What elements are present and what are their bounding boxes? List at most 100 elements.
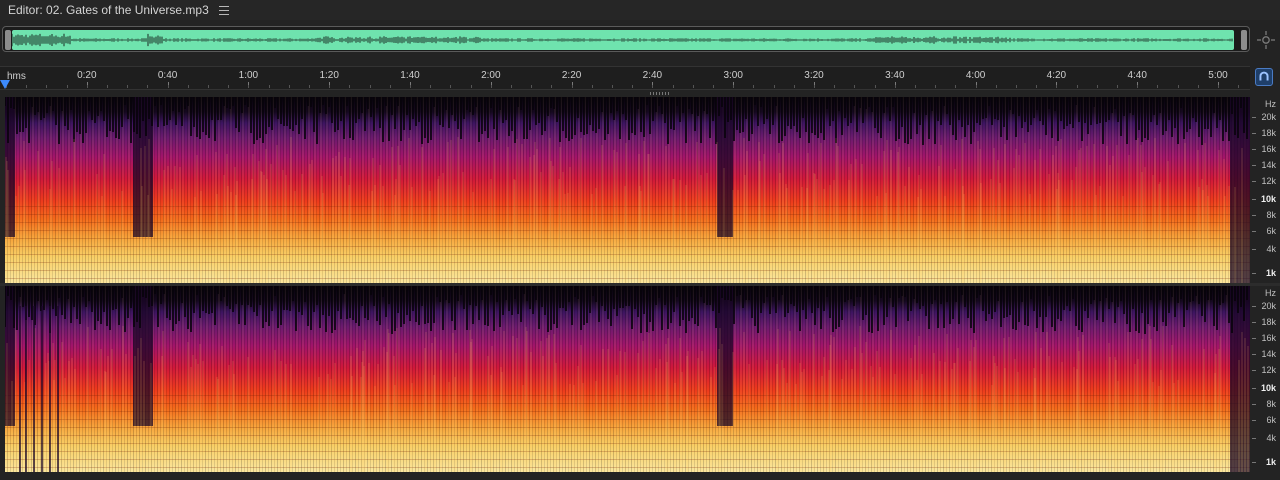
frequency-label: 1k bbox=[1265, 457, 1276, 467]
ruler-tick-label: 0:40 bbox=[157, 70, 178, 81]
ruler-minor-tick bbox=[511, 85, 512, 88]
frequency-scale-right[interactable]: Hz 20k 18k 16k 14k 12k 10k 8k 6k 4k 1k bbox=[1252, 286, 1280, 472]
ruler-minor-tick bbox=[1036, 85, 1038, 88]
frequency-label: 8k bbox=[1266, 210, 1276, 220]
overview-left-handle[interactable] bbox=[5, 30, 11, 50]
spectrogram-left-overlay bbox=[5, 97, 1250, 283]
ruler-minor-tick bbox=[369, 85, 371, 88]
ruler-minor-tick bbox=[1096, 85, 1098, 88]
frequency-tick bbox=[1252, 438, 1256, 439]
frequency-tick bbox=[1252, 420, 1256, 421]
overview-navigator[interactable] bbox=[0, 24, 1280, 56]
ruler-tick-label: 3:20 bbox=[804, 70, 824, 81]
ruler-minor-tick bbox=[1218, 85, 1219, 88]
ruler-minor-tick bbox=[672, 85, 674, 88]
frequency-label: 14k bbox=[1261, 349, 1276, 359]
spectrogram-right-overlay bbox=[5, 286, 1250, 472]
ruler-minor-tick bbox=[753, 85, 755, 88]
frequency-tick bbox=[1252, 404, 1256, 405]
spectrogram-right bbox=[5, 286, 1250, 472]
ruler-minor-tick bbox=[834, 85, 836, 88]
ruler-minor-tick bbox=[1177, 85, 1179, 88]
frequency-label: 4k bbox=[1266, 433, 1276, 443]
ruler-minor-tick bbox=[288, 85, 290, 88]
frequency-label: 14k bbox=[1261, 160, 1276, 170]
frequency-label: 16k bbox=[1261, 144, 1276, 154]
zoom-navigator-icon[interactable] bbox=[1256, 30, 1276, 50]
frequency-tick bbox=[1252, 181, 1256, 182]
ruler-minor-tick bbox=[127, 85, 129, 88]
frequency-tick bbox=[1252, 117, 1256, 118]
ruler-minor-tick bbox=[26, 85, 28, 88]
frequency-tick bbox=[1252, 388, 1256, 389]
ruler-minor-tick bbox=[571, 85, 573, 88]
panel-title: Editor: 02. Gates of the Universe.mp3 bbox=[8, 3, 209, 17]
frequency-unit-label: Hz bbox=[1265, 288, 1276, 298]
ruler-minor-tick bbox=[793, 85, 795, 88]
ruler-tick-label: 4:40 bbox=[1127, 70, 1147, 81]
ruler-minor-tick bbox=[389, 85, 391, 88]
hamburger-menu-icon[interactable] bbox=[218, 5, 229, 15]
spectral-display-left-channel[interactable] bbox=[5, 97, 1250, 283]
ruler-minor-tick bbox=[551, 85, 553, 88]
ruler-minor-tick bbox=[652, 85, 654, 88]
ruler-minor-tick bbox=[531, 85, 533, 88]
ruler-minor-tick bbox=[167, 85, 169, 88]
time-ruler[interactable]: hms 0:20 0:40 1:00 1:20 1:40 2:00 2:20 2:40 3:00… bbox=[0, 66, 1250, 90]
ruler-tick-label: 0:20 bbox=[77, 70, 97, 81]
overview-track[interactable] bbox=[2, 26, 1250, 52]
ruler-tick-label: 3:00 bbox=[723, 70, 743, 81]
ruler-tick-label: 4:20 bbox=[1046, 70, 1067, 81]
ruler-minor-tick bbox=[995, 85, 997, 88]
ruler-minor-tick bbox=[228, 85, 230, 88]
ruler-minor-tick bbox=[1076, 85, 1078, 88]
ruler-minor-tick bbox=[1056, 85, 1058, 88]
frequency-label: 12k bbox=[1261, 176, 1276, 186]
frequency-tick bbox=[1252, 165, 1256, 166]
ruler-minor-tick bbox=[612, 85, 613, 88]
overview-waveform[interactable] bbox=[12, 30, 1234, 50]
ruler-minor-tick bbox=[1117, 85, 1118, 88]
editor-panel: Editor: 02. Gates of the Universe.mp3 hm… bbox=[0, 0, 1280, 480]
ruler-minor-tick bbox=[1016, 85, 1017, 88]
ruler-tick-label: 1:00 bbox=[238, 70, 259, 81]
snap-button[interactable] bbox=[1255, 68, 1273, 86]
frequency-tick bbox=[1252, 215, 1256, 216]
frequency-tick bbox=[1252, 322, 1256, 323]
ruler-minor-tick bbox=[248, 85, 250, 88]
frequency-tick bbox=[1252, 354, 1256, 355]
frequency-tick bbox=[1252, 249, 1256, 250]
frequency-label: 6k bbox=[1266, 415, 1276, 425]
ruler-tick-label: 1:20 bbox=[319, 70, 339, 81]
frequency-scale-left[interactable]: Hz 20k 18k 16k 14k 12k 10k 8k 6k 4k 1k bbox=[1252, 97, 1280, 283]
frequency-label: 20k bbox=[1261, 112, 1276, 122]
ruler-minor-tick bbox=[470, 85, 472, 88]
frequency-tick bbox=[1252, 231, 1256, 232]
ruler-minor-tick bbox=[935, 85, 937, 88]
resize-grip[interactable] bbox=[650, 92, 670, 95]
ruler-tick-label: 1:40 bbox=[400, 70, 420, 81]
ruler-minor-tick bbox=[1197, 85, 1199, 88]
ruler-tick-label: 2:20 bbox=[561, 70, 582, 81]
overview-right-handle[interactable] bbox=[1241, 30, 1247, 50]
ruler-minor-tick bbox=[268, 85, 270, 88]
spectrogram-left bbox=[5, 97, 1250, 283]
frequency-label: 12k bbox=[1261, 365, 1276, 375]
spectral-display-right-channel[interactable] bbox=[5, 286, 1250, 472]
frequency-tick bbox=[1252, 338, 1256, 339]
ruler-minor-tick bbox=[309, 85, 310, 88]
ruler-minor-tick bbox=[692, 85, 694, 88]
ruler-minor-tick bbox=[86, 85, 88, 88]
ruler-minor-tick bbox=[713, 85, 714, 88]
ruler-tick-label: 3:40 bbox=[885, 70, 905, 81]
ruler-minor-tick bbox=[490, 85, 492, 88]
playhead-marker[interactable] bbox=[0, 80, 10, 89]
ruler-minor-tick bbox=[208, 85, 209, 88]
frequency-label: 20k bbox=[1261, 301, 1276, 311]
ruler-minor-tick bbox=[591, 85, 593, 88]
frequency-label: 1k bbox=[1265, 268, 1276, 278]
ruler-minor-tick bbox=[854, 85, 856, 88]
frequency-tick bbox=[1252, 306, 1256, 307]
ruler-minor-tick bbox=[450, 85, 452, 88]
ruler-minor-tick bbox=[632, 85, 634, 88]
